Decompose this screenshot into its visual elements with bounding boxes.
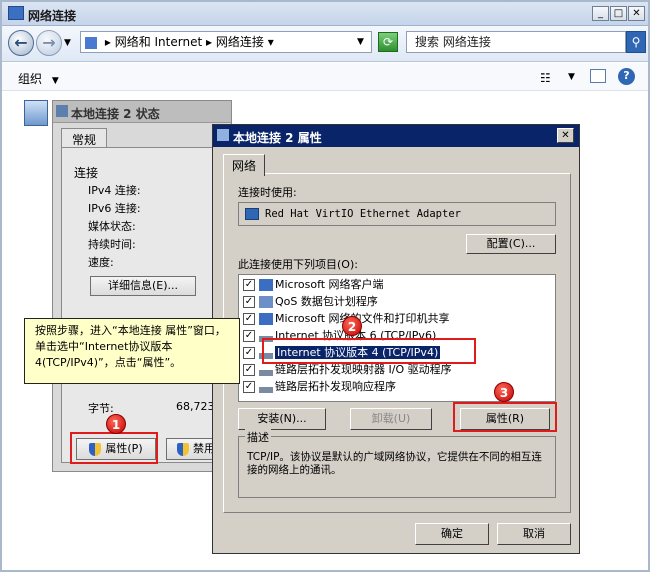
ok-button[interactable]: 确定	[415, 523, 489, 545]
tab-networking[interactable]: 网络	[223, 154, 266, 176]
ipv6-connectivity-label: IPv6 连接:	[88, 202, 141, 215]
step-badge-1: 1	[106, 414, 126, 434]
item-label: QoS 数据包计划程序	[275, 295, 378, 308]
breadcrumb-separator-icon: ▸	[205, 35, 213, 49]
connection-section-label: 连接	[74, 166, 99, 180]
network-connection-icon	[24, 100, 48, 126]
protocol-icon	[259, 364, 273, 376]
checkbox[interactable]: ✓	[243, 381, 255, 393]
network-client-icon	[259, 279, 273, 291]
step-badge-2: 2	[342, 316, 362, 336]
checkbox[interactable]: ✓	[243, 296, 255, 308]
checkbox[interactable]: ✓	[243, 313, 255, 325]
search-input[interactable]: 搜索 网络连接	[406, 31, 626, 53]
preview-pane-icon[interactable]	[590, 69, 606, 83]
ipv4-connectivity-label: IPv4 连接:	[88, 184, 141, 197]
item-label: 链路层拓扑发现映射器 I/O 驱动程序	[275, 363, 452, 376]
address-box[interactable]: ▸ 网络和 Internet ▸ 网络连接 ▾ ▼	[80, 31, 372, 53]
network-icon	[85, 36, 97, 49]
connect-using-label: 连接时使用:	[238, 186, 297, 199]
breadcrumb-dropdown-icon[interactable]: ▾	[268, 35, 274, 49]
window-title: 网络连接	[28, 9, 77, 23]
step-badge-3: 3	[494, 382, 514, 402]
organize-label: 组织	[18, 72, 43, 86]
item-label: 链路层拓扑发现响应程序	[275, 380, 396, 393]
connection-icon	[217, 129, 229, 141]
tab-networking-label: 网络	[232, 159, 257, 173]
media-state-label: 媒体状态:	[88, 220, 136, 233]
command-toolbar: 组织 ▼ ☷ ▼ ?	[2, 63, 648, 91]
status-window-title: 本地连接 2 状态	[71, 107, 160, 121]
organize-menu[interactable]: 组织 ▼	[18, 70, 59, 87]
cancel-button[interactable]: 取消	[497, 523, 571, 545]
highlight-ipv4-item	[262, 338, 476, 364]
properties-titlebar: 本地连接 2 属性 ✕	[213, 125, 579, 147]
breadcrumb-separator-icon: ▸	[104, 35, 111, 49]
chevron-down-icon: ▼	[51, 76, 59, 86]
status-window: 本地连接 2 状态 常规 连接 IPv4 连接: IPv6 连接: 媒体状态: …	[52, 100, 232, 472]
checkbox[interactable]: ✓	[243, 330, 255, 342]
close-button[interactable]: ✕	[628, 6, 645, 21]
view-dropdown-icon[interactable]: ▼	[568, 72, 575, 82]
view-options-icon[interactable]: ☷	[540, 71, 551, 85]
list-item[interactable]: ✓ Microsoft 网络客户端	[243, 277, 551, 294]
network-folder-icon	[8, 6, 24, 20]
help-icon[interactable]: ?	[618, 68, 635, 85]
maximize-button[interactable]: □	[610, 6, 627, 21]
adapter-icon	[245, 208, 259, 220]
checkbox[interactable]: ✓	[243, 279, 255, 291]
history-dropdown-icon[interactable]: ▼	[64, 38, 71, 48]
adapter-name: Red Hat VirtIO Ethernet Adapter	[265, 208, 461, 220]
description-group: 描述 TCP/IP。该协议是默认的广域网络协议，它提供在不同的相互连接的网络上的…	[238, 429, 556, 498]
duration-label: 持续时间:	[88, 238, 136, 251]
list-item[interactable]: ✓ 链路层拓扑发现映射器 I/O 驱动程序	[243, 362, 551, 379]
breadcrumb-item[interactable]: 网络和 Internet	[115, 35, 202, 49]
explorer-titlebar: 网络连接 _ □ ✕	[2, 2, 648, 26]
uninstall-button[interactable]: 卸载(U)	[350, 408, 432, 430]
item-label: Microsoft 网络的文件和打印机共享	[275, 312, 450, 325]
highlight-status-properties	[70, 432, 158, 464]
protocol-icon	[259, 381, 273, 393]
item-label: Microsoft 网络客户端	[275, 278, 384, 291]
details-button[interactable]: 详细信息(E)...	[90, 276, 196, 296]
items-label: 此连接使用下列项目(O):	[238, 258, 358, 271]
highlight-properties-button	[453, 402, 557, 432]
configure-button[interactable]: 配置(C)...	[466, 234, 556, 254]
close-icon[interactable]: ✕	[557, 128, 574, 143]
address-dropdown-icon[interactable]: ▼	[357, 32, 364, 52]
status-panel: 连接 IPv4 连接: IPv6 连接: 媒体状态: 持续时间: 速度: 详细信…	[61, 147, 226, 463]
forward-button[interactable]: →	[36, 30, 62, 56]
adapter-box: Red Hat VirtIO Ethernet Adapter	[238, 202, 556, 226]
checkbox[interactable]: ✓	[243, 364, 255, 376]
speed-label: 速度:	[88, 256, 114, 269]
connection-icon	[56, 105, 68, 117]
properties-dialog-title: 本地连接 2 属性	[233, 131, 322, 145]
description-text: TCP/IP。该协议是默认的广域网络协议，它提供在不同的相互连接的网络上的通讯。	[247, 451, 542, 476]
minimize-button[interactable]: _	[592, 6, 609, 21]
file-share-icon	[259, 313, 273, 325]
address-bar-row: ← → ▼ ▸ 网络和 Internet ▸ 网络连接 ▾ ▼ ⟳ 搜索 网络连…	[2, 26, 648, 62]
shield-icon	[177, 442, 189, 456]
refresh-button[interactable]: ⟳	[378, 32, 398, 52]
checkbox[interactable]: ✓	[243, 347, 255, 359]
qos-icon	[259, 296, 273, 308]
bytes-label: 字节:	[88, 402, 114, 415]
list-item[interactable]: ✓ Microsoft 网络的文件和打印机共享	[243, 311, 551, 328]
breadcrumb-item[interactable]: 网络连接	[216, 35, 264, 49]
description-label: 描述	[245, 429, 271, 445]
install-button[interactable]: 安装(N)...	[238, 408, 326, 430]
search-icon[interactable]: ⚲	[626, 31, 646, 53]
instruction-tooltip: 按照步骤，进入“本地连接 属性”窗口，单击选中“Internet协议版本4(TC…	[24, 318, 240, 384]
list-item[interactable]: ✓ QoS 数据包计划程序	[243, 294, 551, 311]
status-titlebar: 本地连接 2 状态	[53, 101, 231, 123]
back-button[interactable]: ←	[8, 30, 34, 56]
